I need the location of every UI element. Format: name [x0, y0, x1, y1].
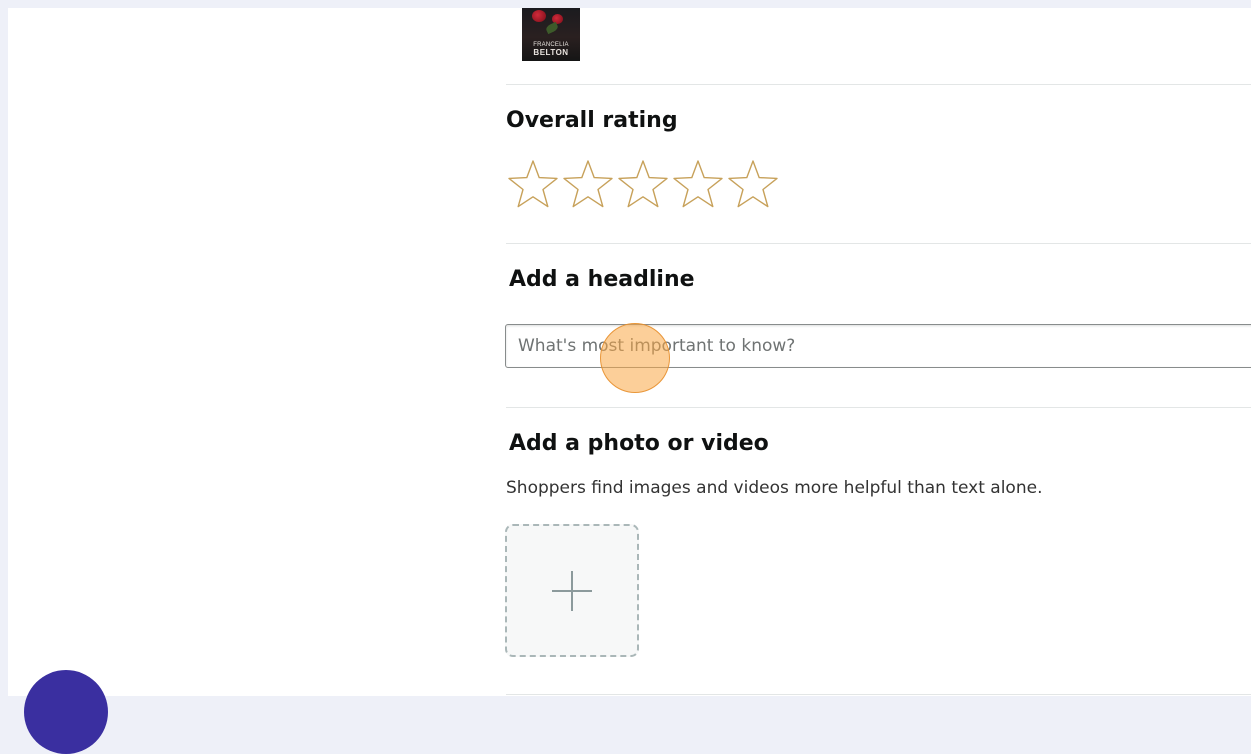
rose-graphic	[532, 10, 546, 22]
star-outline-icon	[507, 160, 558, 208]
leaf-graphic	[544, 21, 560, 35]
section-divider	[506, 407, 1251, 408]
assistant-launcher-button[interactable]	[24, 670, 108, 754]
section-divider	[506, 84, 1251, 85]
star-outline-icon	[617, 160, 668, 208]
media-helper-text: Shoppers find images and videos more hel…	[506, 478, 1043, 498]
add-media-button[interactable]	[505, 524, 639, 657]
star-outline-icon	[727, 160, 778, 208]
star-1-button[interactable]	[505, 158, 560, 210]
section-divider	[506, 694, 1251, 695]
star-outline-icon	[672, 160, 723, 208]
star-3-button[interactable]	[615, 158, 670, 210]
star-4-button[interactable]	[670, 158, 725, 210]
star-5-button[interactable]	[725, 158, 780, 210]
star-2-button[interactable]	[560, 158, 615, 210]
overall-rating-title: Overall rating	[506, 108, 678, 133]
headline-title: Add a headline	[509, 267, 695, 292]
cover-author-last: BELTON	[533, 48, 569, 57]
section-divider	[506, 243, 1251, 244]
star-rating	[505, 158, 780, 210]
review-page: FRANCELIA BELTON Overall rating Add a he…	[8, 8, 1251, 696]
plus-icon	[552, 570, 592, 611]
star-outline-icon	[562, 160, 613, 208]
headline-input[interactable]	[505, 324, 1251, 368]
media-title: Add a photo or video	[509, 431, 769, 456]
product-cover-image: FRANCELIA BELTON	[522, 8, 580, 61]
